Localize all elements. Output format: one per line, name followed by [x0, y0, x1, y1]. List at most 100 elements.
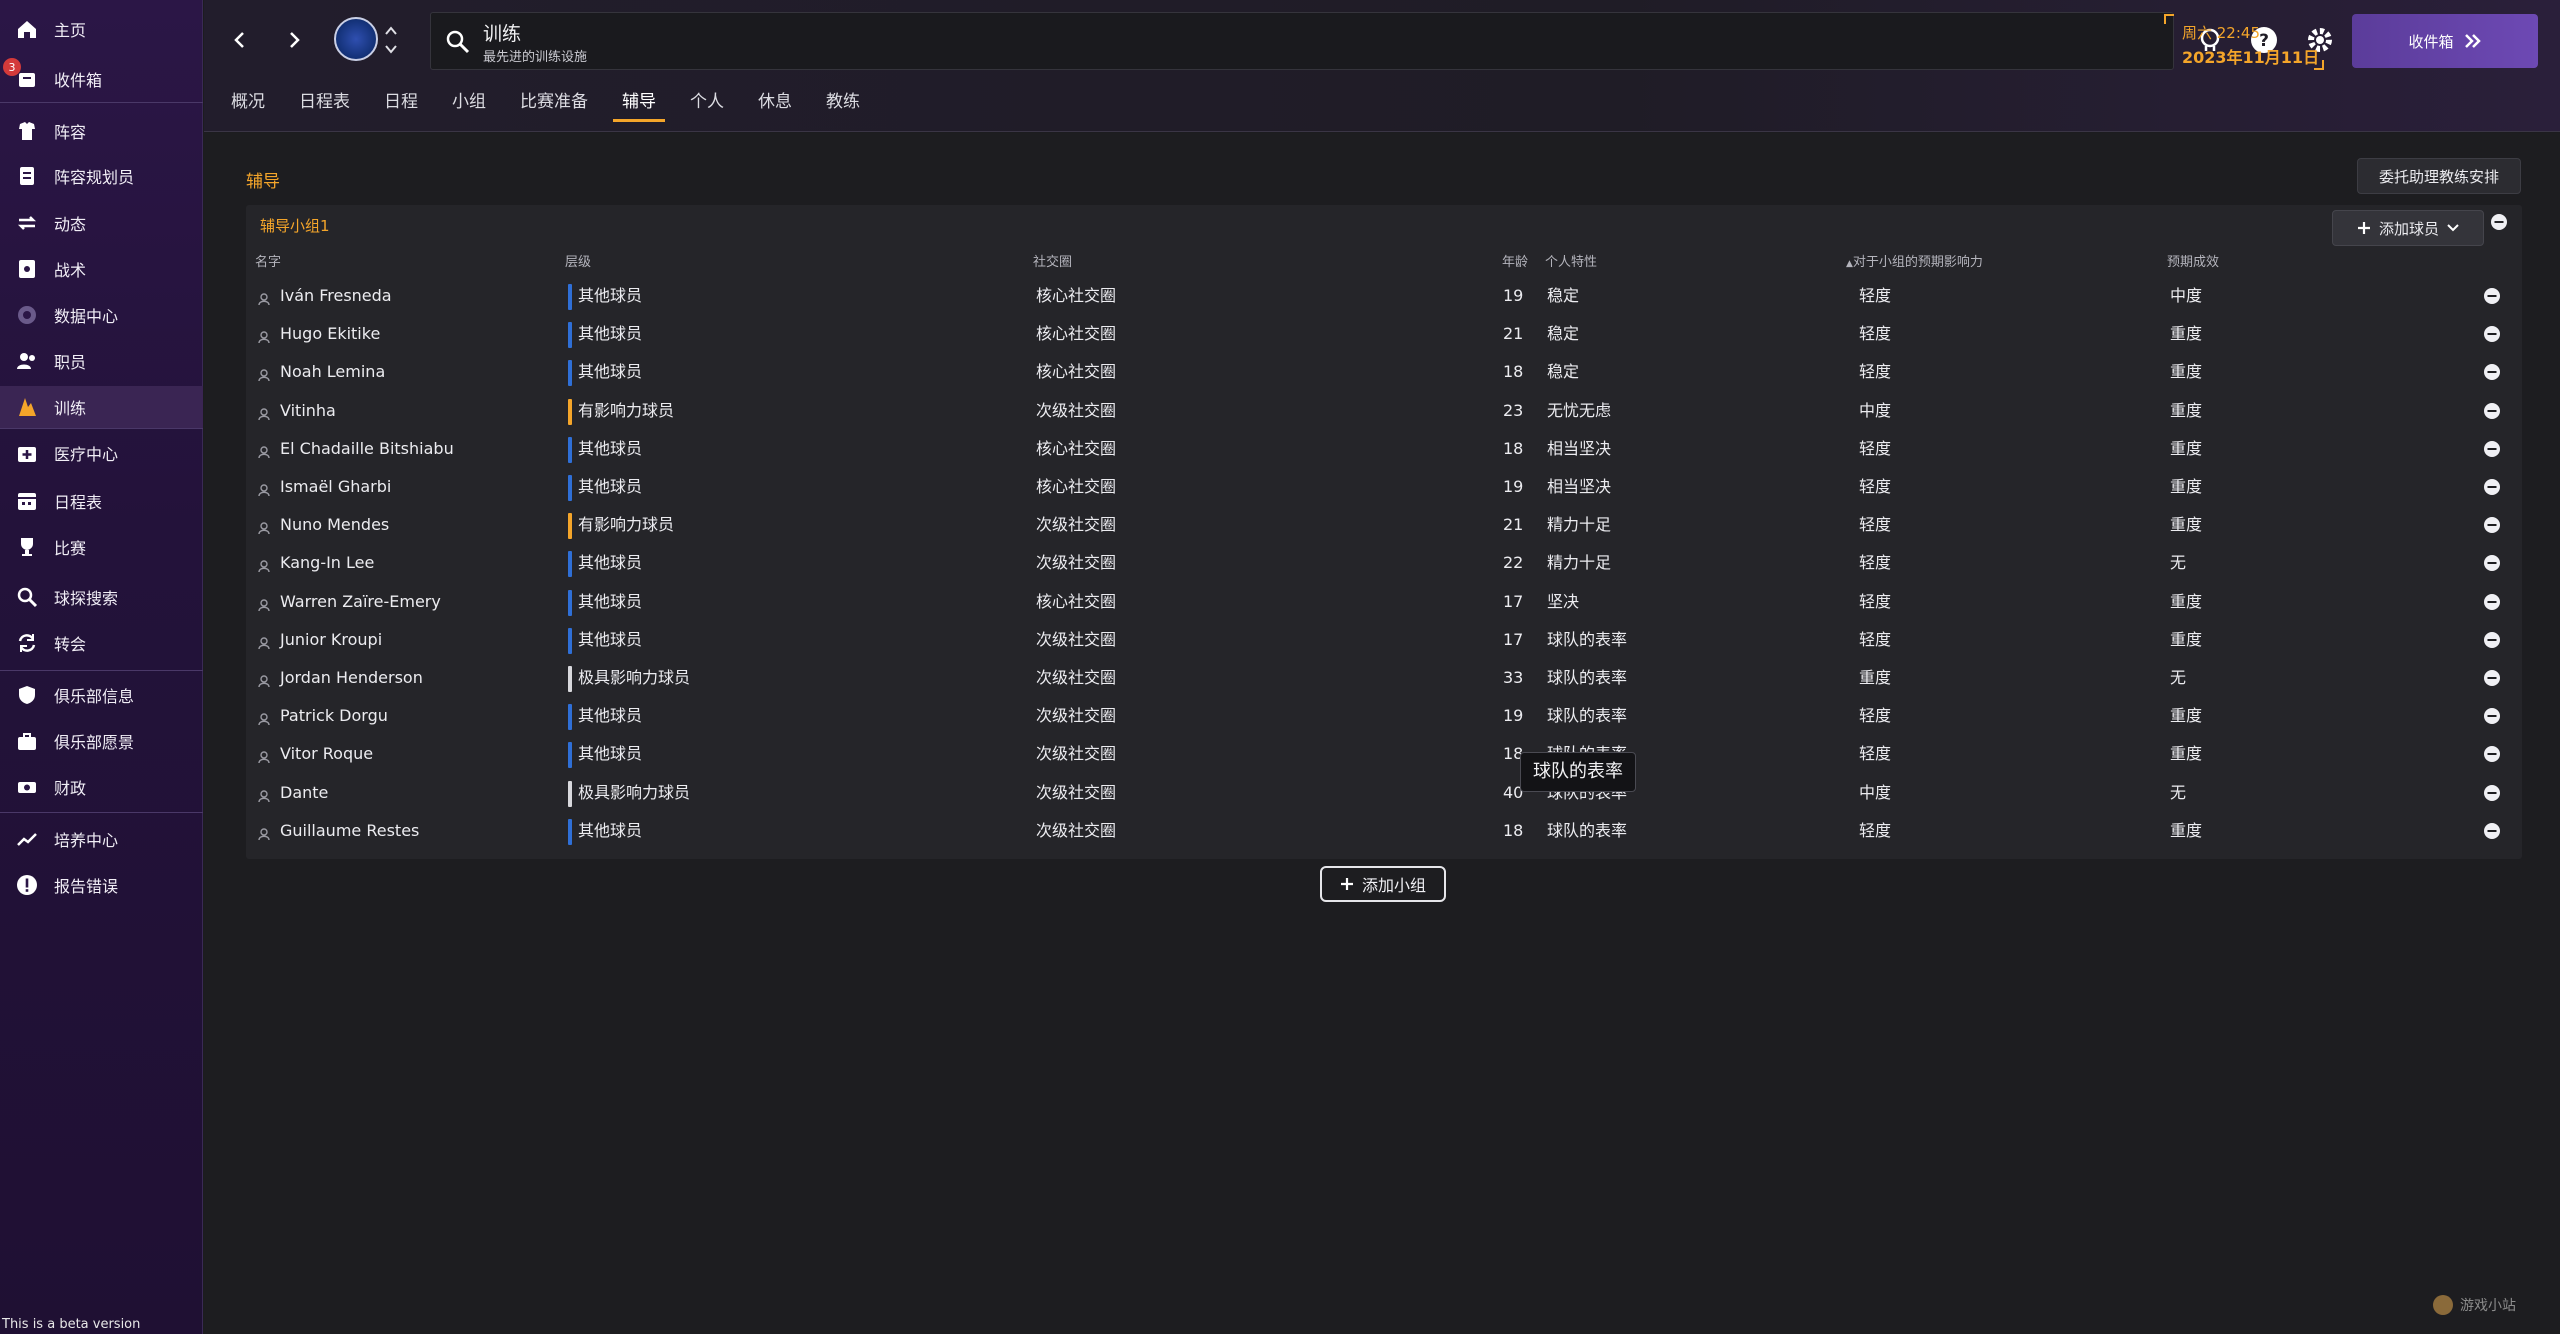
minus-circle-icon: [2484, 746, 2500, 763]
person-icon: [258, 366, 270, 385]
player-name[interactable]: Kang-In Lee: [280, 544, 374, 582]
table-row[interactable]: Kang-In Lee 其他球员 次级社交圈 22 精力十足 轻度 无: [0, 544, 2560, 582]
column-header-level[interactable]: 层级: [565, 251, 591, 270]
player-social-group: 核心社交圈: [1036, 477, 1117, 496]
person-icon: [258, 637, 270, 649]
table-row[interactable]: Dante 极具影响力球员 次级社交圈 40 球队的表率 中度无: [0, 774, 2560, 812]
player-name[interactable]: Iván Fresneda: [280, 277, 392, 315]
remove-player-button[interactable]: [2484, 670, 2500, 690]
player-name[interactable]: Vitinha: [280, 392, 336, 430]
remove-player-button[interactable]: [2484, 402, 2500, 423]
tab-4[interactable]: 比赛准备: [503, 84, 605, 124]
sidebar-item-dynamics[interactable]: 动态: [0, 202, 203, 244]
person-icon: [258, 446, 270, 458]
player-name[interactable]: Ismaël Gharbi: [280, 468, 391, 506]
remove-player-button[interactable]: [2484, 364, 2500, 384]
inbox-continue-button[interactable]: 收件箱: [2352, 14, 2538, 68]
add-group-button[interactable]: 添加小组: [1320, 866, 1446, 902]
sidebar-item-report-bug[interactable]: 报告错误: [0, 864, 203, 906]
table-row[interactable]: Hugo Ekitike 其他球员 核心社交圈 21 稳定 轻度 重度: [0, 315, 2560, 353]
column-header-personality[interactable]: 个人特性: [1545, 251, 1597, 270]
player-personality: 精力十足: [1547, 515, 1612, 535]
player-name[interactable]: Patrick Dorgu: [280, 697, 388, 735]
club-switcher[interactable]: [384, 22, 398, 62]
tab-5[interactable]: 辅导: [605, 84, 673, 124]
person-icon: [258, 557, 270, 576]
level-indicator: [568, 551, 572, 578]
club-badge[interactable]: [334, 17, 378, 61]
tab-3[interactable]: 小组: [435, 84, 503, 124]
player-name[interactable]: El Chadaille Bitshiabu: [280, 430, 454, 468]
player-social-group: 次级社交圈: [1036, 782, 1117, 802]
add-group-label: 添加小组: [1361, 876, 1426, 895]
delegate-assistant-button[interactable]: 委托助理教练安排: [2357, 158, 2521, 194]
remove-group-button[interactable]: [2491, 214, 2507, 234]
remove-player-button[interactable]: [2484, 517, 2500, 537]
column-header-age[interactable]: 年龄: [1502, 251, 1528, 270]
player-influence: 轻度: [1859, 553, 1892, 573]
remove-player-button[interactable]: [2484, 822, 2500, 843]
remove-player-button[interactable]: [2484, 326, 2500, 346]
table-row[interactable]: Vitor Roque其他球员次级社交圈18球队的表率轻度重度: [0, 735, 2560, 773]
table-row[interactable]: El Chadaille Bitshiabu 其他球员 核心社交圈 18 相当坚决 轻度 重…: [0, 430, 2560, 468]
person-icon: [258, 634, 270, 653]
column-header-outcome[interactable]: 预期成效: [2167, 251, 2219, 270]
planner-icon: [20, 167, 34, 185]
player-personality: 稳定: [1547, 324, 1580, 344]
add-player-button[interactable]: 添加球员: [2332, 210, 2484, 246]
player-name[interactable]: Warren Zaïre-Emery: [280, 583, 441, 621]
remove-player-button[interactable]: [2484, 555, 2500, 575]
player-name[interactable]: Jordan Henderson: [280, 659, 423, 697]
tab-6[interactable]: 个人: [673, 84, 741, 124]
player-influence: 轻度: [1859, 629, 1892, 649]
player-name[interactable]: Vitor Roque: [280, 735, 373, 773]
table-row[interactable]: Warren Zaïre-Emery 其他球员 核心社交圈 17 坚决 轻度 重度: [0, 583, 2560, 621]
remove-player-button[interactable]: [2484, 708, 2500, 728]
remove-player-button[interactable]: [2484, 784, 2500, 805]
player-name[interactable]: Nuno Mendes: [280, 506, 389, 544]
sidebar-item-label: 阵容规划员: [54, 168, 135, 187]
sidebar-item-label: 收件箱: [54, 71, 103, 90]
remove-player-button[interactable]: [2484, 440, 2500, 461]
player-level: 其他球员: [578, 477, 643, 496]
remove-player-button[interactable]: [2484, 288, 2500, 308]
player-level: 其他球员: [578, 286, 643, 305]
chevron-down-icon: [2447, 224, 2459, 232]
column-header-name[interactable]: 名字: [255, 251, 281, 270]
table-row[interactable]: Patrick Dorgu 其他球员 次级社交圈 19 球队的表率 轻度 重度: [0, 697, 2560, 735]
search-box[interactable]: 训练 最先进的训练设施: [430, 12, 2174, 70]
table-row[interactable]: Vitinha 有影响力球员 次级社交圈 23 无忧无虑 中度 重度: [0, 392, 2560, 430]
tab-0[interactable]: 概况: [214, 84, 282, 124]
sidebar-item-squad[interactable]: 阵容: [0, 110, 203, 152]
player-personality: 稳定: [1547, 362, 1580, 382]
player-name[interactable]: Noah Lemina: [280, 353, 385, 391]
table-row[interactable]: Nuno Mendes 有影响力球员 次级社交圈 21 精力十足 轻度 重度: [0, 506, 2560, 544]
tab-1[interactable]: 日程表: [282, 84, 367, 124]
remove-player-button[interactable]: [2484, 746, 2500, 766]
sidebar-item-planner[interactable]: 阵容规划员: [0, 155, 203, 197]
remove-player-button[interactable]: [2484, 593, 2500, 614]
player-name[interactable]: Hugo Ekitike: [280, 315, 380, 353]
player-name[interactable]: Guillaume Restes: [280, 812, 419, 850]
forward-button[interactable]: [276, 22, 312, 58]
tab-8[interactable]: 教练: [809, 84, 877, 124]
sidebar-item-home[interactable]: 主页: [0, 8, 203, 50]
table-row[interactable]: Guillaume Restes 其他球员 次级社交圈 18 球队的表率 轻度 重度: [0, 812, 2560, 850]
table-row[interactable]: Junior Kroupi 其他球员 次级社交圈 17 球队的表率 轻度 重度: [0, 621, 2560, 659]
remove-player-button[interactable]: [2484, 479, 2500, 499]
remove-player-button[interactable]: [2484, 631, 2500, 652]
sidebar-item-inbox[interactable]: 收件箱: [0, 58, 203, 100]
column-header-influence[interactable]: ▲对于小组的预期影响力: [1846, 251, 1983, 270]
player-name[interactable]: Dante: [280, 774, 328, 812]
back-button[interactable]: [222, 22, 258, 58]
table-row[interactable]: Iván Fresneda 其他球员 核心社交圈 19 稳定 轻度 中度: [0, 277, 2560, 315]
table-row[interactable]: Noah Lemina 其他球员 核心社交圈 18 稳定 轻度 重度: [0, 353, 2560, 391]
table-row[interactable]: Ismaël Gharbi 其他球员 核心社交圈 19 相当坚决 轻度 重度: [0, 468, 2560, 506]
tab-2[interactable]: 日程: [367, 84, 435, 124]
table-row[interactable]: Jordan Henderson 极具影响力球员 次级社交圈 33 球队的表率 重度 无: [0, 659, 2560, 697]
tab-7[interactable]: 休息: [741, 84, 809, 124]
date-display[interactable]: 周六 22:45 2023年11月11日: [2164, 14, 2324, 70]
beta-note: This is a beta version: [2, 1317, 141, 1332]
player-name[interactable]: Junior Kroupi: [280, 621, 382, 659]
column-header-social[interactable]: 社交圈: [1033, 251, 1072, 270]
